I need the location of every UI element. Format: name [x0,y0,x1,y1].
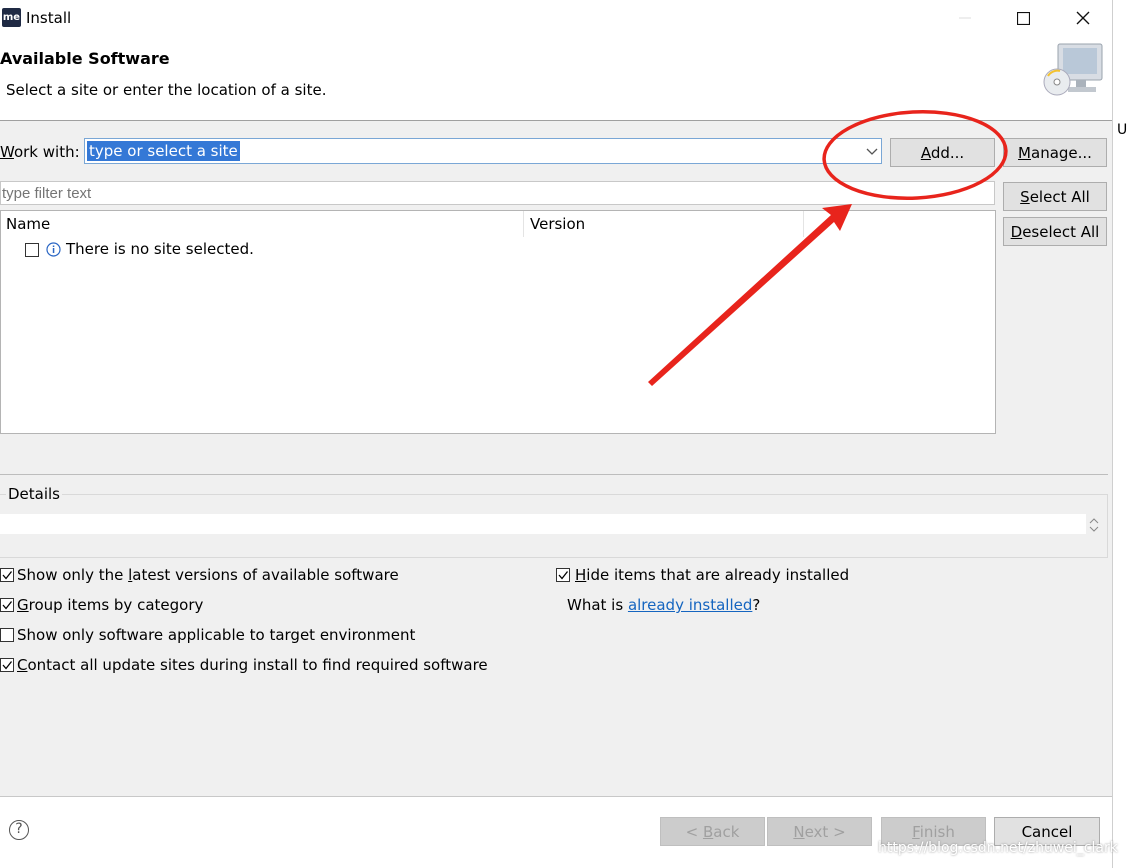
close-icon [1076,11,1090,25]
already-installed-link[interactable]: already installed [628,596,752,614]
close-button[interactable] [1054,0,1112,36]
next-button[interactable]: Next > [767,817,872,846]
details-label: Details [6,485,63,503]
details-text-area[interactable] [0,514,1086,534]
page-description: Select a site or enter the location of a… [6,81,327,99]
group-by-category-label[interactable]: Group items by category [17,596,203,614]
deselect-all-button[interactable]: Deselect All [1003,217,1107,246]
help-icon[interactable]: ? [9,820,29,840]
details-separator [0,474,1108,475]
contact-update-sites-label[interactable]: Contact all update sites during install … [17,656,488,674]
hide-installed-label[interactable]: Hide items that are already installed [575,566,849,584]
filter-input[interactable] [0,181,995,205]
spinner-arrows-icon[interactable] [1088,516,1100,534]
contact-update-sites-checkbox[interactable] [0,658,14,672]
minimize-icon [959,17,971,19]
column-header-name[interactable]: Name [6,211,50,237]
app-icon: me [2,8,21,27]
maximize-button[interactable] [994,0,1052,36]
latest-versions-checkbox[interactable] [0,568,14,582]
info-icon [46,242,61,257]
latest-versions-label[interactable]: Show only the latest versions of availab… [17,566,399,584]
checkmark-icon [558,571,569,580]
window-title: Install [26,9,72,27]
maximize-icon [1016,11,1030,25]
install-banner-icon [1043,43,1103,96]
hide-installed-checkbox[interactable] [556,568,570,582]
chevron-down-icon[interactable] [862,141,882,161]
background-window-edge: U [1112,0,1128,868]
back-button[interactable]: < Back [660,817,765,846]
target-environment-label[interactable]: Show only software applicable to target … [17,626,415,644]
target-environment-checkbox[interactable] [0,628,14,642]
column-divider [803,211,804,237]
watermark-text: https://blog.csdn.net/zhuwei_clark [878,840,1118,856]
work-with-label: Work with: [0,143,80,161]
column-divider [523,211,524,237]
page-title: Available Software [0,49,170,68]
group-by-category-checkbox[interactable] [0,598,14,612]
minimize-button[interactable] [936,0,994,36]
checkmark-icon [2,661,13,670]
column-header-version[interactable]: Version [530,211,585,237]
select-all-button[interactable]: Select All [1003,182,1107,211]
table-row-text: There is no site selected. [66,240,254,258]
what-is-installed-text: What is already installed? [567,596,761,614]
row-checkbox[interactable] [25,243,39,257]
add-button[interactable]: Add... [890,138,995,167]
checkmark-icon [2,601,13,610]
work-with-combo-value[interactable]: type or select a site [87,141,240,161]
checkmark-icon [2,571,13,580]
manage-button[interactable]: Manage... [1003,138,1107,167]
footer-separator [0,796,1112,797]
